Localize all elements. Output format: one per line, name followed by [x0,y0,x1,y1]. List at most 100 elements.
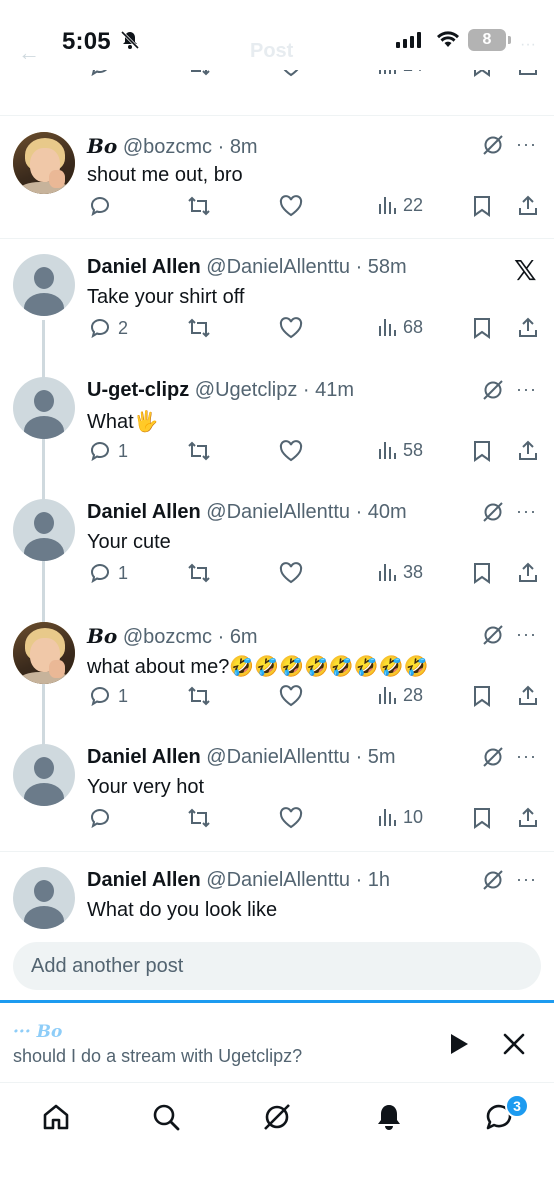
grok-icon[interactable] [482,134,504,161]
like-button[interactable] [278,806,304,830]
views-count[interactable]: 24 [377,70,423,76]
grok-icon[interactable] [482,746,504,773]
grok-icon[interactable] [482,869,504,896]
display-name[interactable]: Daniel Allen [87,746,201,768]
grok-icon[interactable] [261,1101,293,1138]
views-button[interactable]: 28 [377,684,423,706]
more-icon[interactable]: ··· [516,501,537,522]
handle[interactable]: @DanielAllenttu [206,256,350,278]
timestamp: 58m [367,256,407,278]
like-button[interactable] [278,561,304,585]
display-name[interactable]: Bo [87,134,117,158]
more-icon[interactable]: ··· [516,746,537,767]
post-text: Take your shirt off [87,286,245,308]
like-button[interactable] [278,194,304,218]
repost-button[interactable] [186,316,212,340]
views-count: 58 [403,439,424,460]
reply-icon[interactable] [88,70,112,78]
reply-button[interactable]: 1 [88,684,128,708]
bookmark-button[interactable] [471,439,493,463]
bookmark-icon[interactable] [471,70,493,78]
reply-button[interactable]: 2 [88,316,128,340]
avatar[interactable] [13,132,75,194]
repost-button[interactable] [186,806,212,830]
like-button[interactable] [278,684,304,708]
share-button[interactable] [516,806,540,830]
more-icon[interactable]: ··· [516,624,537,645]
handle[interactable]: @DanielAllenttu [206,746,350,768]
views-count: 68 [403,316,424,337]
reply-button[interactable] [88,806,112,830]
battery-indicator: 8 [468,29,506,51]
like-button[interactable] [278,439,304,463]
bookmark-button[interactable] [471,316,493,340]
back-arrow-icon[interactable]: ← [18,40,40,66]
display-name[interactable]: Daniel Allen [87,869,201,891]
handle[interactable]: @DanielAllenttu [206,501,350,523]
views-button[interactable]: 58 [377,439,423,461]
close-icon[interactable] [500,1030,528,1063]
share-icon[interactable] [516,70,540,78]
handle[interactable]: @Ugetclipz [195,379,298,401]
handle[interactable]: @bozcmc [123,626,212,648]
handle[interactable]: @DanielAllenttu [206,869,350,891]
views-button[interactable]: 22 [377,194,423,216]
post[interactable]: Daniel Allen @DanielAllenttu · 1h ··· Wh… [0,867,554,930]
play-icon[interactable] [444,1030,472,1063]
more-icon[interactable]: ··· [520,36,536,54]
avatar[interactable] [13,377,75,439]
avatar[interactable] [13,744,75,806]
more-icon[interactable]: ··· [516,869,537,890]
display-name[interactable]: Daniel Allen [87,256,201,278]
cellular-signal-icon [396,32,421,48]
share-button[interactable] [516,439,540,463]
repost-button[interactable] [186,684,212,708]
bookmark-button[interactable] [471,684,493,708]
post-header: Bo @bozcmc · 8m [87,134,258,159]
bell-icon[interactable] [373,1101,405,1138]
grok-icon[interactable] [482,501,504,528]
repost-button[interactable] [186,194,212,218]
share-button[interactable] [516,316,540,340]
share-button[interactable] [516,684,540,708]
reply-button[interactable]: 1 [88,439,128,463]
share-icon [519,562,537,582]
avatar[interactable] [13,867,75,929]
reply-button[interactable]: 1 [88,561,128,585]
display-name[interactable]: Daniel Allen [87,501,201,523]
views-value: 24 [403,70,423,76]
repost-button[interactable] [186,561,212,585]
separator: · [350,501,368,523]
avatar[interactable] [13,499,75,561]
handle[interactable]: @bozcmc [123,136,212,158]
more-icon[interactable]: ··· [516,134,537,155]
bookmark-button[interactable] [471,194,493,218]
bookmark-button[interactable] [471,806,493,830]
grok-icon[interactable] [482,624,504,651]
post-preview[interactable]: ··· Bo should I do a stream with Ugetcli… [0,1004,554,1082]
preview-text: should I do a stream with Ugetclipz? [13,1046,303,1066]
home-icon[interactable] [40,1101,72,1138]
repost-button[interactable] [186,439,212,463]
search-icon[interactable] [150,1101,182,1138]
share-button[interactable] [516,194,540,218]
reply-button[interactable] [88,194,118,218]
views-button[interactable]: 38 [377,561,423,583]
bookmark-button[interactable] [471,561,493,585]
repost-icon [188,686,210,706]
like-icon[interactable] [278,70,304,78]
more-icon[interactable]: ··· [516,379,537,400]
display-name[interactable]: Bo [87,624,117,648]
views-button[interactable]: 68 [377,316,423,338]
repost-icon[interactable] [186,70,212,78]
like-button[interactable] [278,316,304,340]
action-bar: 24 [0,70,554,84]
display-name[interactable]: U-get-clipz [87,379,189,401]
grok-icon[interactable] [482,379,504,406]
views-button[interactable]: 10 [377,806,423,828]
add-post-input[interactable] [13,942,541,990]
share-button[interactable] [516,561,540,585]
avatar[interactable] [13,622,75,684]
x-logo-icon[interactable]: 𝕏 [514,254,537,287]
avatar[interactable] [13,254,75,316]
